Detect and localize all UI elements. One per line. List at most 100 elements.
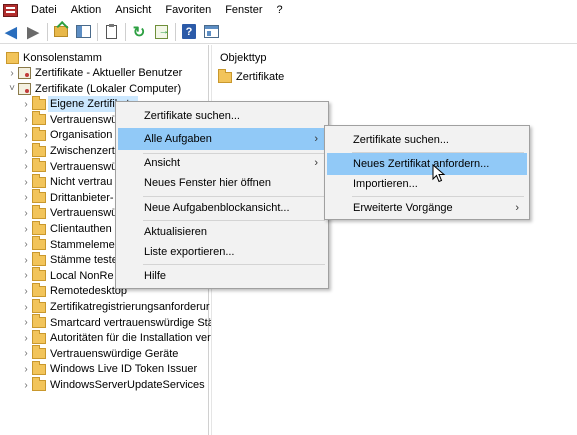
tree-item[interactable]: › Vertrauenswü [20, 204, 118, 221]
tree-item[interactable]: › Nicht vertrau [20, 173, 112, 190]
tree-item[interactable]: › Zertifikate - Aktueller Benutzer [6, 65, 182, 81]
submenu-alle-aufgaben: Zertifikate suchen... Neues Zertifikat a… [324, 125, 530, 220]
chevron-right-icon[interactable]: › [20, 302, 32, 313]
tree-item[interactable]: › Remotedesktop [20, 282, 127, 299]
tree-item[interactable]: › WindowsServerUpdateServices [20, 376, 205, 393]
chevron-right-icon[interactable]: › [20, 146, 32, 157]
tree-item[interactable]: › Clientauthen [20, 220, 112, 237]
tree-item-label: Vertrauenswürdige Geräte [50, 347, 179, 360]
submenu-item-erweiterte-vorgaenge[interactable]: Erweiterte Vorgänge › [327, 197, 527, 219]
properties-icon[interactable] [102, 23, 120, 41]
chevron-right-icon[interactable]: › [20, 364, 32, 375]
menu-item-liste-exportieren[interactable]: Liste exportieren... [118, 241, 326, 263]
chevron-right-icon[interactable]: › [20, 255, 32, 266]
chevron-right-icon[interactable]: › [20, 333, 32, 344]
chevron-right-icon[interactable]: › [20, 224, 32, 235]
chevron-right-icon[interactable]: › [20, 317, 32, 328]
chevron-right-icon[interactable]: › [20, 239, 32, 250]
toolbar-separator [175, 22, 176, 41]
menu-ansicht[interactable]: Ansicht [108, 0, 158, 20]
back-arrow-icon[interactable]: ◀ [2, 23, 20, 41]
result-item[interactable]: Zertifikate [218, 68, 284, 85]
submenu-item-neues-zertifikat-anfordern[interactable]: Neues Zertifikat anfordern... [327, 153, 527, 175]
menu-datei[interactable]: Datei [24, 0, 64, 20]
menu-item-ansicht[interactable]: Ansicht › [118, 152, 326, 174]
tree-item-label: Drittanbieter- [50, 191, 114, 204]
certificate-store-icon [18, 67, 31, 79]
menu-item-aufgabenblockansicht[interactable]: Neue Aufgabenblockansicht... [118, 197, 326, 219]
folder-icon [32, 267, 46, 282]
chevron-right-icon[interactable]: › [20, 380, 32, 391]
toolbar: ◀ ▶ ↻ ? [0, 20, 577, 44]
mmc-app-icon[interactable] [3, 3, 18, 17]
menu-fenster[interactable]: Fenster [218, 0, 269, 20]
menu-item-aktualisieren[interactable]: Aktualisieren [118, 221, 326, 243]
menu-item-neues-fenster[interactable]: Neues Fenster hier öffnen [118, 172, 326, 194]
folder-icon [32, 158, 46, 173]
refresh-icon[interactable]: ↻ [130, 23, 148, 41]
submenu-item-zertifikate-suchen[interactable]: Zertifikate suchen... [327, 129, 527, 151]
menu-item-alle-aufgaben[interactable]: Alle Aufgaben › [118, 128, 326, 150]
show-hide-tree-icon[interactable] [74, 23, 92, 41]
folder-icon [6, 52, 19, 64]
chevron-right-icon[interactable]: › [20, 114, 32, 125]
tree-item[interactable]: › Local NonRe [20, 267, 114, 284]
tree-item[interactable]: › Drittanbieter- [20, 189, 114, 206]
export-list-icon[interactable] [152, 23, 170, 41]
context-menu: Zertifikate suchen... Alle Aufgaben › Ans… [115, 101, 329, 289]
folder-icon [32, 111, 46, 126]
menu-item-label: Zertifikate suchen... [144, 110, 240, 122]
chevron-right-icon[interactable]: › [20, 208, 32, 219]
tree-item[interactable]: › Zwischenzert [20, 142, 115, 159]
chevron-right-icon[interactable]: › [20, 192, 32, 203]
menu-item-label: Ansicht [144, 157, 181, 169]
tree-item[interactable]: › Vertrauenswürdige Geräte [20, 345, 179, 362]
chevron-right-icon[interactable]: › [6, 68, 18, 79]
tree-root[interactable]: Konsolenstamm [6, 50, 102, 66]
tree-item[interactable]: › Vertrauenswü [20, 111, 118, 128]
tree-item[interactable]: › Windows Live ID Token Issuer [20, 360, 197, 377]
menu-item-label: Neues Fenster hier öffnen [144, 177, 271, 189]
tree-item-label: Stammeleme [50, 238, 115, 251]
folder-icon [32, 220, 46, 235]
tree-item[interactable]: › Stammeleme [20, 236, 115, 253]
menu-aktion[interactable]: Aktion [64, 0, 109, 20]
tree-item[interactable]: › Stämme teste [20, 251, 118, 268]
column-header-objekttyp[interactable]: Objekttyp [220, 52, 266, 64]
chevron-right-icon[interactable]: › [20, 348, 32, 359]
menu-item-label: Importieren... [353, 178, 418, 190]
folder-icon [32, 282, 46, 297]
tree-item[interactable]: › Zertifikatregistrierungsanforderur [20, 298, 210, 315]
tree-item-label: Vertrauenswü [50, 113, 118, 126]
menu-item-label: Neue Aufgabenblockansicht... [144, 202, 290, 214]
chevron-right-icon[interactable]: › [20, 177, 32, 188]
tree-item[interactable]: › Autoritäten für die Installation ver [20, 329, 211, 346]
tree-item[interactable]: › Smartcard vertrauenswürdige Stär [20, 314, 218, 331]
menu-item-hilfe[interactable]: Hilfe [118, 265, 326, 287]
menu-bar: Datei Aktion Ansicht Favoriten Fenster ? [0, 0, 577, 20]
tree-item[interactable]: › Vertrauenswü [20, 158, 117, 175]
chevron-right-icon[interactable]: › [20, 130, 32, 141]
toolbar-separator [125, 22, 126, 41]
up-folder-icon[interactable] [52, 23, 70, 41]
chevron-right-icon[interactable]: › [20, 270, 32, 281]
menu-favoriten[interactable]: Favoriten [158, 0, 218, 20]
folder-icon [32, 189, 46, 204]
chevron-right-icon[interactable]: › [20, 161, 32, 172]
menu-item-label: Aktualisieren [144, 226, 207, 238]
chevron-down-icon[interactable]: ˅ [6, 83, 18, 94]
chevron-right-icon[interactable]: › [20, 99, 32, 110]
tree-item[interactable]: › Organisation [20, 126, 112, 143]
show-hide-action-pane-icon[interactable] [202, 23, 220, 41]
chevron-right-icon: › [314, 157, 318, 169]
help-icon[interactable]: ? [180, 23, 198, 41]
chevron-right-icon[interactable]: › [20, 286, 32, 297]
menu-help[interactable]: ? [270, 0, 290, 20]
submenu-item-importieren[interactable]: Importieren... [327, 173, 527, 195]
tree-item-label: Vertrauenswü [50, 207, 118, 220]
tree-item[interactable]: ˅ Zertifikate (Lokaler Computer) [6, 81, 181, 97]
forward-arrow-icon[interactable]: ▶ [24, 23, 42, 41]
certificate-store-icon [18, 82, 31, 95]
menu-item-zertifikate-suchen[interactable]: Zertifikate suchen... [118, 105, 326, 127]
folder-icon [32, 376, 46, 391]
